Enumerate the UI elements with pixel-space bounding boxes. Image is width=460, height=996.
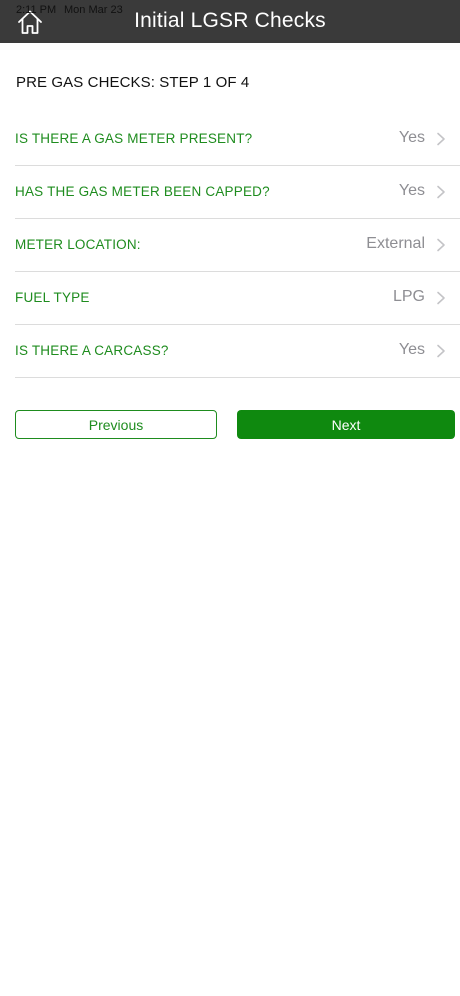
- question-row-carcass[interactable]: IS THERE A CARCASS? Yes: [15, 325, 460, 378]
- question-label: IS THERE A GAS METER PRESENT?: [15, 131, 253, 146]
- question-value: LPG: [392, 288, 425, 305]
- question-row-gas-meter-present[interactable]: IS THERE A GAS METER PRESENT? Yes: [15, 113, 460, 166]
- question-label: METER LOCATION:: [15, 237, 141, 252]
- question-value: Yes: [398, 341, 425, 358]
- question-row-fuel-type[interactable]: FUEL TYPE LPG: [15, 272, 460, 325]
- question-row-meter-location[interactable]: METER LOCATION: External: [15, 219, 460, 272]
- question-label: IS THERE A CARCASS?: [15, 343, 169, 358]
- chevron-right-icon: [437, 238, 445, 252]
- question-row-gas-meter-capped[interactable]: HAS THE GAS METER BEEN CAPPED? Yes: [15, 166, 460, 219]
- chevron-right-icon: [437, 291, 445, 305]
- step-title: PRE GAS CHECKS: STEP 1 OF 4: [16, 74, 250, 91]
- next-button[interactable]: Next: [237, 410, 455, 439]
- question-value: Yes: [398, 129, 425, 146]
- chevron-right-icon: [437, 344, 445, 358]
- question-list: IS THERE A GAS METER PRESENT? Yes HAS TH…: [15, 113, 460, 378]
- previous-button[interactable]: Previous: [15, 410, 217, 439]
- chevron-right-icon: [437, 185, 445, 199]
- question-label: FUEL TYPE: [15, 290, 90, 305]
- question-value: Yes: [398, 182, 425, 199]
- top-header-bar: 2:11 PM Mon Mar 23 Initial LGSR Checks: [0, 0, 460, 43]
- question-value: External: [366, 235, 425, 252]
- question-label: HAS THE GAS METER BEEN CAPPED?: [15, 184, 270, 199]
- chevron-right-icon: [437, 132, 445, 146]
- page-title: Initial LGSR Checks: [134, 9, 326, 32]
